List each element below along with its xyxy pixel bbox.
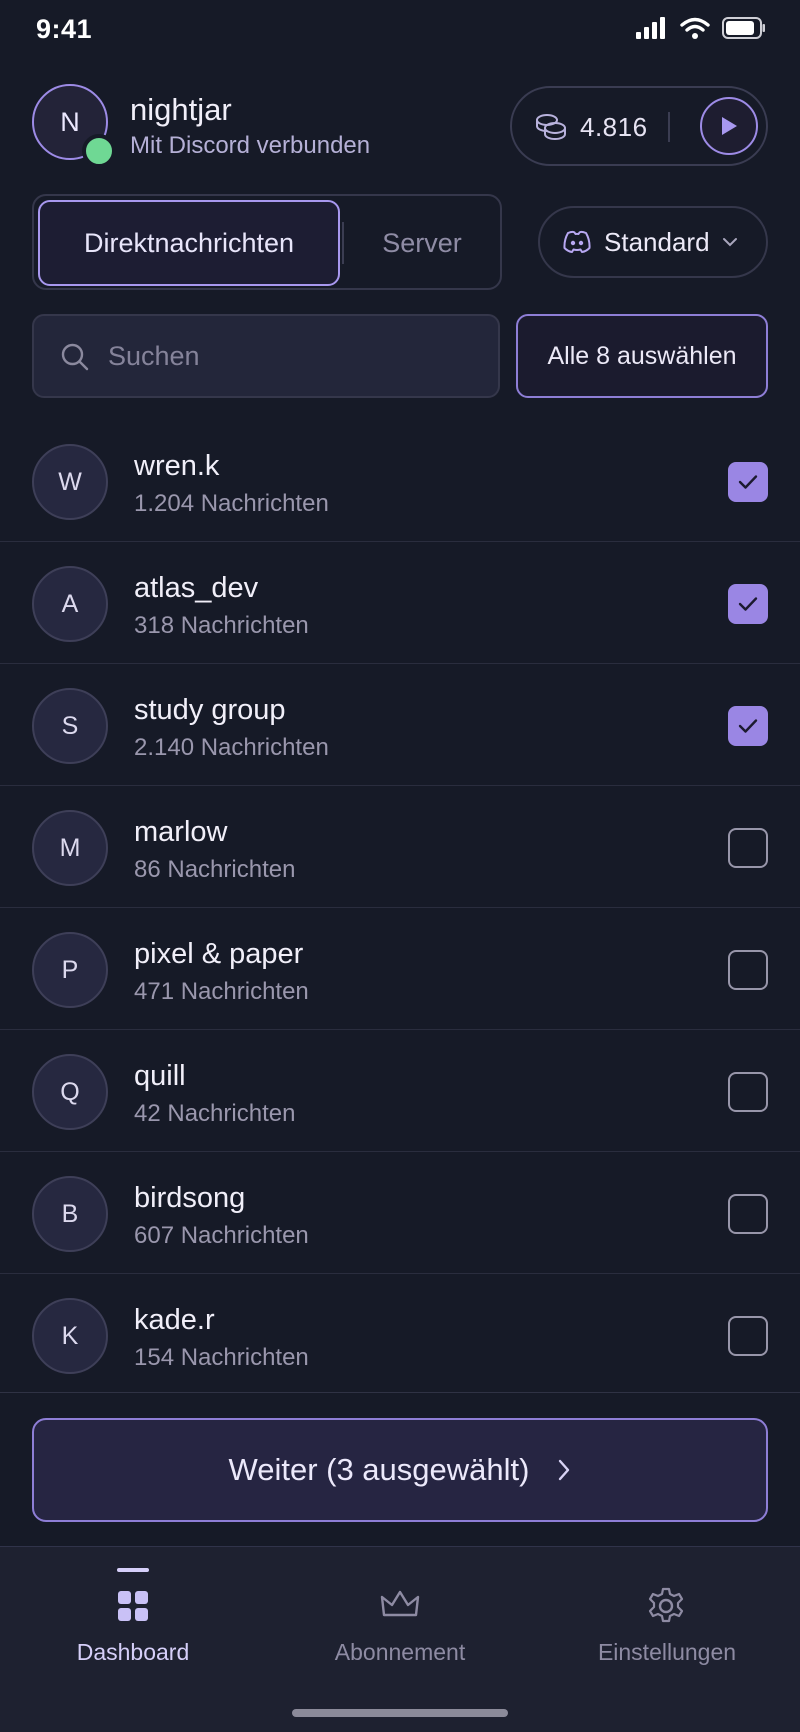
checkmark-icon [738,475,758,489]
list-item[interactable]: S study group 2.140 Nachrichten [0,664,800,786]
conversation-avatar: K [32,1298,108,1374]
bottom-nav: Dashboard Abonnement Einstellungen [0,1546,800,1732]
search-box [32,314,500,398]
tab-direct-messages[interactable]: Direktnachrichten [38,200,340,286]
nav-item-subscription[interactable]: Abonnement [267,1547,533,1687]
status-time: 9:41 [36,14,93,44]
list-item[interactable]: A atlas_dev 318 Nachrichten [0,542,800,664]
conversation-avatar: P [32,932,108,1008]
conversation-name: marlow [134,816,228,848]
conversation-name: birdsong [134,1182,246,1214]
continue-button[interactable]: Weiter (3 ausgewählt) [32,1418,768,1522]
profile: N nightjar Mit Discord verbunden [32,84,472,168]
conversation-name: atlas_dev [134,572,259,604]
continue-label: Weiter (3 ausgewählt) [228,1452,530,1487]
conversation-avatar: Q [32,1054,108,1130]
wifi-icon [680,17,710,39]
active-tab-indicator [117,1568,149,1572]
chevron-right-icon [559,1459,570,1481]
list-item[interactable]: Q quill 42 Nachrichten [0,1030,800,1152]
online-status-icon [82,134,116,168]
list-item[interactable]: K kade.r 154 Nachrichten [0,1274,800,1396]
credits-pill[interactable]: 4.816 [510,86,768,166]
credits-value: 4.816 [580,112,648,142]
play-button[interactable] [700,97,758,155]
nav-label-subscription: Abonnement [334,1639,466,1665]
coins-icon [536,114,566,141]
status-bar: 9:41 [0,0,800,60]
checkmark-icon [738,597,758,611]
profile-name: nightjar [130,92,232,127]
search-icon [61,343,89,371]
crown-icon [380,1590,420,1617]
battery-icon [722,17,765,39]
footer-divider [0,1392,800,1393]
gear-icon [648,1587,684,1623]
credits-divider [668,112,670,142]
nav-label-settings: Einstellungen [597,1639,737,1665]
conversation-name: kade.r [134,1304,215,1336]
select-checkbox[interactable] [728,462,768,502]
chevron-down-icon [722,238,737,247]
connection-status: Mit Discord verbunden [130,132,371,159]
message-count: 2.140 Nachrichten [134,734,329,761]
search-input[interactable] [108,330,478,382]
message-count: 86 Nachrichten [134,856,296,883]
home-indicator [292,1709,508,1717]
nav-label-dashboard: Dashboard [76,1639,190,1665]
message-count: 154 Nachrichten [134,1344,309,1371]
select-checkbox[interactable] [728,1316,768,1356]
select-checkbox[interactable] [728,828,768,868]
conversation-avatar: W [32,444,108,520]
status-icons [636,17,766,39]
list-item[interactable]: W wren.k 1.204 Nachrichten [0,420,800,542]
message-count: 607 Nachrichten [134,1222,309,1249]
select-checkbox[interactable] [728,1072,768,1112]
message-count: 1.204 Nachrichten [134,490,329,517]
conversation-avatar: S [32,688,108,764]
mode-label: Standard [604,226,710,257]
select-checkbox[interactable] [728,584,768,624]
list-item[interactable]: M marlow 86 Nachrichten [0,786,800,908]
mode-dropdown[interactable]: Standard [538,206,768,278]
select-checkbox[interactable] [728,950,768,990]
conversation-type-tabs: Direktnachrichten Server [32,194,502,290]
select-all-button[interactable]: Alle 8 auswählen [516,314,768,398]
conversation-name: quill [134,1060,186,1092]
discord-icon [563,230,591,253]
conversation-name: wren.k [134,450,220,482]
select-checkbox[interactable] [728,706,768,746]
nav-item-settings[interactable]: Einstellungen [534,1547,800,1687]
conversation-avatar: M [32,810,108,886]
conversation-name: study group [134,694,286,726]
conversation-avatar: A [32,566,108,642]
select-checkbox[interactable] [728,1194,768,1234]
list-item[interactable]: B birdsong 607 Nachrichten [0,1152,800,1274]
checkmark-icon [738,719,758,733]
dashboard-icon [118,1591,148,1621]
message-count: 42 Nachrichten [134,1100,296,1127]
nav-item-dashboard[interactable]: Dashboard [0,1547,266,1687]
conversation-list: W wren.k 1.204 Nachrichten A atlas_dev 3… [0,420,800,1396]
list-item[interactable]: P pixel & paper 471 Nachrichten [0,908,800,1030]
signal-icon [636,17,665,39]
tab-server[interactable]: Server [346,200,498,286]
conversation-name: pixel & paper [134,938,304,970]
message-count: 471 Nachrichten [134,978,309,1005]
conversation-avatar: B [32,1176,108,1252]
tab-divider [342,222,344,264]
play-icon [722,117,737,135]
message-count: 318 Nachrichten [134,612,309,639]
